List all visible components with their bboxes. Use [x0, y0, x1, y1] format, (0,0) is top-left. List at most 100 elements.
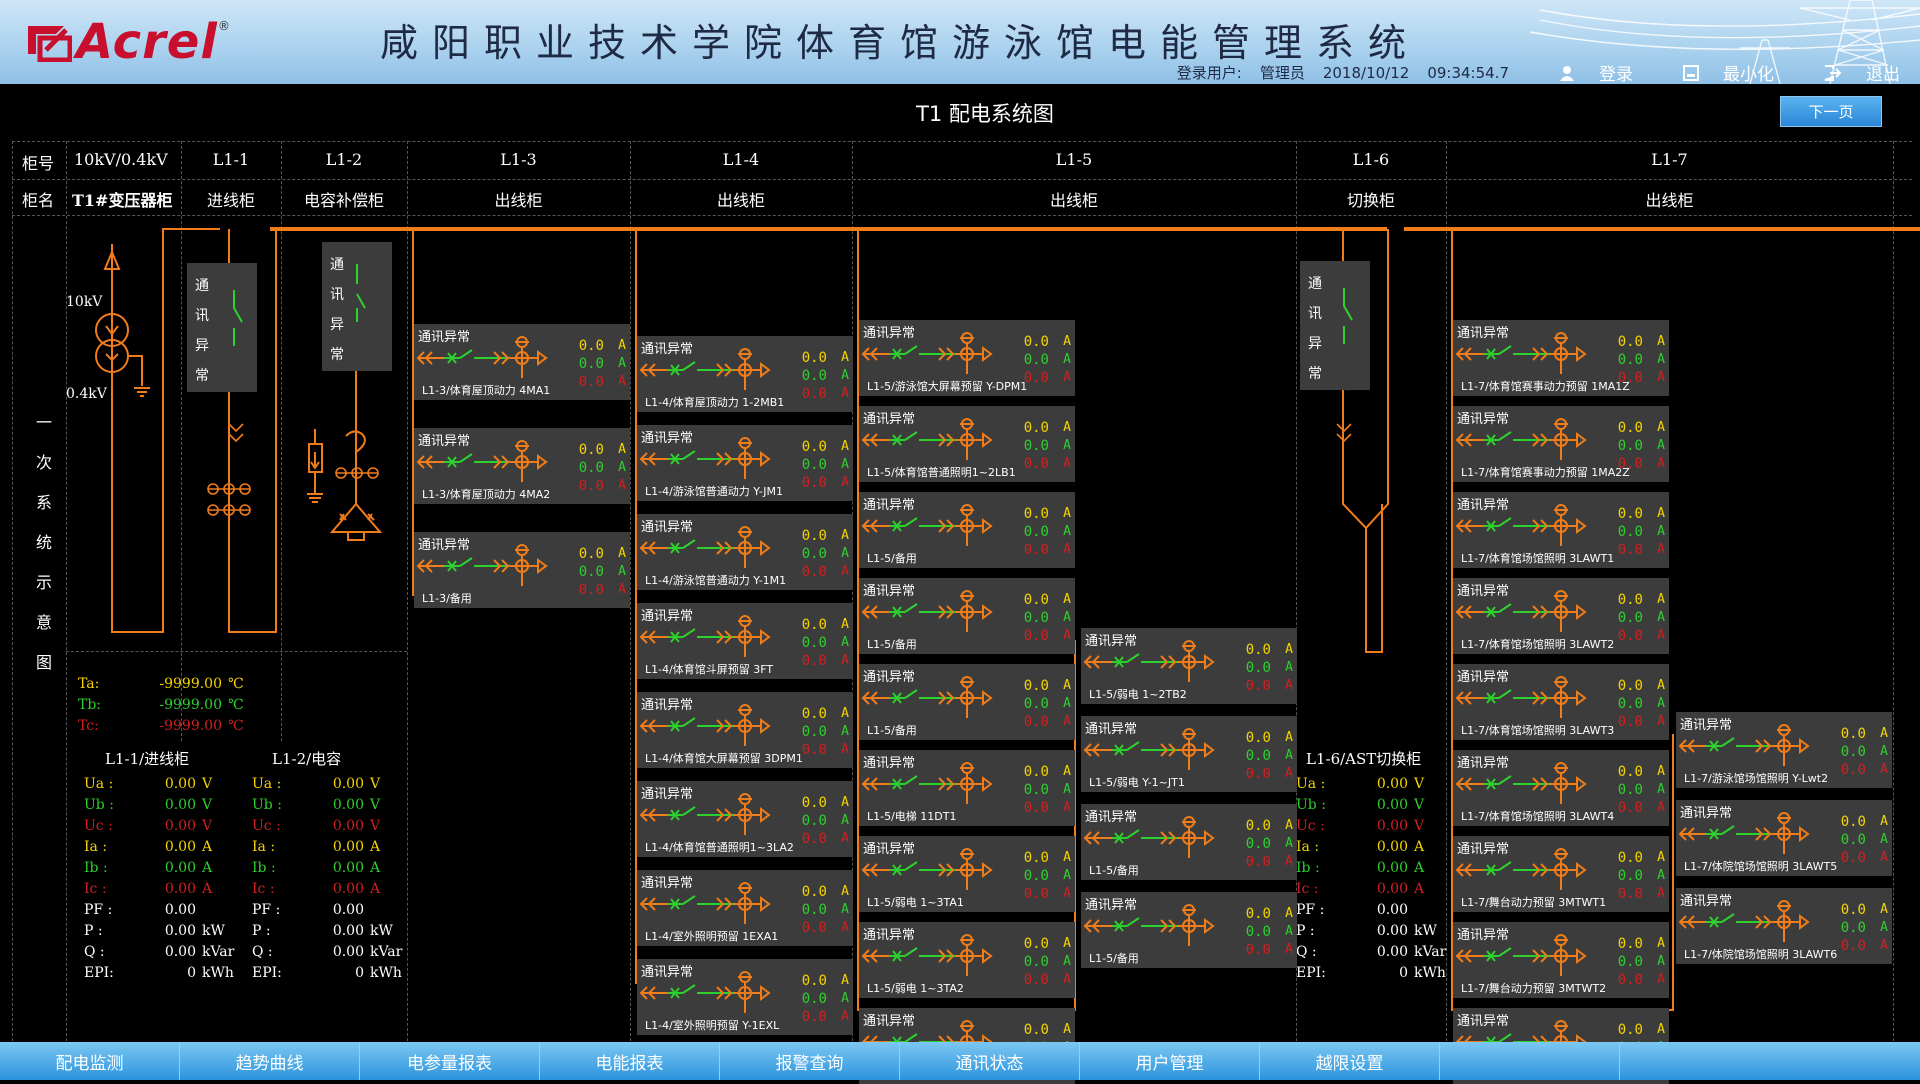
feeder-panel[interactable]: 通讯异常 0.0 0.0 0.0 A A A L1-5/备用	[1081, 892, 1297, 968]
feeder-panel[interactable]: 通讯异常 0.0 0.0 0.0 A A A L1-7/体院馆场馆照明 3LAWT6	[1676, 888, 1892, 964]
feeder-panel[interactable]: 通讯异常 0.0 0.0 0.0 A A A L1-4/游泳馆普通动力 Y-1M1	[637, 514, 853, 590]
feeder-name: L1-4/体育馆普通照明1~3LA2	[645, 841, 794, 854]
feeder-panel[interactable]: 通讯异常 0.0 0.0 0.0 A A A L1-7/游泳馆场馆照明 Y-Lwt2	[1676, 712, 1892, 788]
feeder-panel[interactable]: 通讯异常 0.0 0.0 0.0 A A A L1-7/舞台动力预留 3MTWT1	[1453, 836, 1669, 912]
phase-b-current: 0.0	[1023, 438, 1049, 454]
feeder-panel[interactable]: 通讯异常 0.0 0.0 0.0 A A A L1-4/体育馆大屏幕预留 3DPM1	[637, 692, 853, 768]
phase-c-current: 0.0	[1840, 762, 1866, 778]
feeder-panel[interactable]: 通讯异常 0.0 0.0 0.0 A A A L1-5/弱电 1~3TA2	[859, 922, 1075, 998]
meter-row: Q : 0.00 kVar	[1296, 944, 1446, 965]
feeder-name: L1-5/备用	[867, 552, 917, 565]
feeder-panel[interactable]: 通讯异常 0.0 0.0 0.0 A A A L1-5/备用	[859, 664, 1075, 740]
tab-energy-report[interactable]: 电能报表	[540, 1042, 720, 1080]
meter-unit: A	[370, 860, 381, 876]
meter-value: 0.00	[164, 797, 196, 813]
phase-b-current: 0.0	[1245, 836, 1271, 852]
unit-a: A	[1880, 726, 1888, 741]
phase-b-current: 0.0	[801, 546, 827, 562]
meter-label: Ub :	[84, 797, 114, 813]
feeder-panel[interactable]: 通讯异常 0.0 0.0 0.0 A A A L1-4/游泳馆普通动力 Y-JM1	[637, 425, 853, 501]
feeder-name: L1-5/弱电 1~3TA1	[867, 896, 964, 909]
phase-a-current: 0.0	[1023, 678, 1049, 694]
unit-a: A	[1285, 818, 1293, 833]
phase-a-current: 0.0	[801, 528, 827, 544]
login-button[interactable]: 登录	[1559, 60, 1633, 84]
feeder-panel[interactable]: 通讯异常 0.0 0.0 0.0 A A A L1-7/体育馆赛事动力预留 1MA2Z	[1453, 406, 1669, 482]
tab-limit-settings[interactable]: 越限设置	[1260, 1042, 1440, 1080]
meter-unit: kVar	[370, 944, 403, 960]
tab-trend-curve[interactable]: 趋势曲线	[180, 1042, 360, 1080]
meter-label: Ua :	[1296, 776, 1326, 792]
feeder-panel[interactable]: 通讯异常 0.0 0.0 0.0 A A A L1-5/弱电 1~3TA1	[859, 836, 1075, 912]
feeder-panel[interactable]: 通讯异常 0.0 0.0 0.0 A A A L1-3/体育屋顶动力 4MA1	[414, 324, 630, 400]
unit-c: A	[1063, 800, 1071, 815]
meter-unit: V	[202, 818, 213, 834]
phase-c-current: 0.0	[1023, 542, 1049, 558]
feeder-panel[interactable]: 通讯异常 0.0 0.0 0.0 A A A L1-3/体育屋顶动力 4MA2	[414, 428, 630, 504]
phase-b-current: 0.0	[1023, 352, 1049, 368]
tab-parameter-report[interactable]: 电参量报表	[360, 1042, 540, 1080]
feeder-panel[interactable]: 通讯异常 0.0 0.0 0.0 A A A L1-7/体育馆场馆照明 3LAWT3	[1453, 664, 1669, 740]
feeder-panel[interactable]: 通讯异常 0.0 0.0 0.0 A A A L1-7/体院馆场馆照明 3LAWT5	[1676, 800, 1892, 876]
feeder-panel[interactable]: 通讯异常 0.0 0.0 0.0 A A A L1-7/舞台动力预留 3MTWT2	[1453, 922, 1669, 998]
unit-a: A	[1063, 334, 1071, 349]
meter-title-incomer: L1-1/进线柜	[105, 750, 190, 768]
minimize-button[interactable]: 最小化	[1683, 60, 1774, 84]
meter-row: EPI: 0 kWh	[252, 965, 402, 986]
feeder-panel[interactable]: 通讯异常 0.0 0.0 0.0 A A A L1-5/备用	[1081, 804, 1297, 880]
tab-comm-status[interactable]: 通讯状态	[900, 1042, 1080, 1080]
tab-distribution-monitor[interactable]: 配电监测	[0, 1042, 180, 1080]
tab-alarm-query[interactable]: 报警查询	[720, 1042, 900, 1080]
feeder-panel[interactable]: 通讯异常 0.0 0.0 0.0 A A A L1-5/电梯 11DT1	[859, 750, 1075, 826]
phase-a-current: 0.0	[1023, 936, 1049, 952]
meter-value: 0.00	[164, 923, 196, 939]
minimize-icon	[1683, 64, 1699, 81]
feeder-panel[interactable]: 通讯异常 0.0 0.0 0.0 A A A L1-5/备用	[859, 492, 1075, 568]
meter-value: 0.00	[1376, 776, 1408, 792]
unit-b: A	[1285, 748, 1293, 763]
feeder-panel[interactable]: 通讯异常 0.0 0.0 0.0 A A A L1-7/体育馆赛事动力预留 1MA1Z	[1453, 320, 1669, 396]
unit-c: A	[1285, 766, 1293, 781]
tb-value: -9999.00	[159, 697, 222, 713]
tab-empty-2[interactable]	[1620, 1042, 1920, 1080]
feeder-panel[interactable]: 通讯异常 0.0 0.0 0.0 A A A L1-5/弱电 1~2TB2	[1081, 628, 1297, 704]
feeder-panel[interactable]: 通讯异常 0.0 0.0 0.0 A A A L1-7/体育馆场馆照明 3LAWT4	[1453, 750, 1669, 826]
feeder-panel[interactable]: 通讯异常 0.0 0.0 0.0 A A A L1-7/体育馆场馆照明 3LAWT2	[1453, 578, 1669, 654]
unit-c: A	[841, 564, 849, 579]
phase-c-current: 0.0	[801, 742, 827, 758]
meter-label: Ub :	[1296, 797, 1326, 813]
feeder-panel[interactable]: 通讯异常 0.0 0.0 0.0 A A A L1-4/室外照明预留 1EXA1	[637, 870, 853, 946]
unit-c: A	[841, 1009, 849, 1024]
meter-value: 0.00	[164, 902, 196, 918]
phase-c-current: 0.0	[1617, 972, 1643, 988]
meter-row: P : 0.00 kW	[1296, 923, 1444, 944]
feeder-panel[interactable]: 通讯异常 0.0 0.0 0.0 A A A L1-4/体育馆普通照明1~3LA2	[637, 781, 853, 857]
phase-a-current: 0.0	[801, 439, 827, 455]
meter-value: 0.00	[332, 902, 364, 918]
feeder-panel[interactable]: 通讯异常 0.0 0.0 0.0 A A A L1-4/体育馆斗屏预留 3FT	[637, 603, 853, 679]
feeder-panel[interactable]: 通讯异常 0.0 0.0 0.0 A A A L1-4/室外照明预留 Y-1EXL	[637, 959, 853, 1035]
breaker-switch-icon	[1083, 904, 1215, 946]
feeder-panel[interactable]: 通讯异常 0.0 0.0 0.0 A A A L1-7/体育馆场馆照明 3LAWT1	[1453, 492, 1669, 568]
meter-label: Ic :	[252, 881, 275, 897]
meter-unit: A	[202, 881, 213, 897]
feeder-panel[interactable]: 通讯异常 0.0 0.0 0.0 A A A L1-4/体育屋顶动力 1-2MB1	[637, 336, 853, 412]
feeder-panel[interactable]: 通讯异常 0.0 0.0 0.0 A A A L1-5/游泳馆大屏幕预留 Y-DPM1	[859, 320, 1075, 396]
feeder-name: L1-7/体育馆场馆照明 3LAWT1	[1461, 552, 1615, 565]
unit-b: A	[1285, 924, 1293, 939]
meter-switch: Ua :0.00 V Ub :0.00 V Uc :0.00 V Ia :0.00 A Ib :…	[1296, 776, 1446, 986]
unit-c: A	[1063, 972, 1071, 987]
tab-user-management[interactable]: 用户管理	[1080, 1042, 1260, 1080]
feeder-panel[interactable]: 通讯异常 0.0 0.0 0.0 A A A L1-5/备用	[859, 578, 1075, 654]
meter-value: 0.00	[1376, 902, 1408, 918]
feeder-panel[interactable]: 通讯异常 0.0 0.0 0.0 A A A L1-5/体育馆普通照明1~2LB1	[859, 406, 1075, 482]
meter-capacitor: Ua :0.00 V Ub :0.00 V Uc :0.00 V Ia :0.00 A Ib :…	[252, 776, 403, 986]
feeder-panel[interactable]: 通讯异常 0.0 0.0 0.0 A A A L1-5/弱电 Y-1~JT1	[1081, 716, 1297, 792]
unit-b: A	[1063, 696, 1071, 711]
feeder-name: L1-7/舞台动力预留 3MTWT2	[1461, 982, 1607, 995]
exit-button[interactable]: 退出	[1824, 60, 1900, 84]
tab-empty-1[interactable]	[1440, 1042, 1620, 1080]
unit-a: A	[1063, 678, 1071, 693]
feeder-panel[interactable]: 通讯异常 0.0 0.0 0.0 A A A L1-3/备用	[414, 532, 630, 608]
phase-a-current: 0.0	[1617, 678, 1643, 694]
